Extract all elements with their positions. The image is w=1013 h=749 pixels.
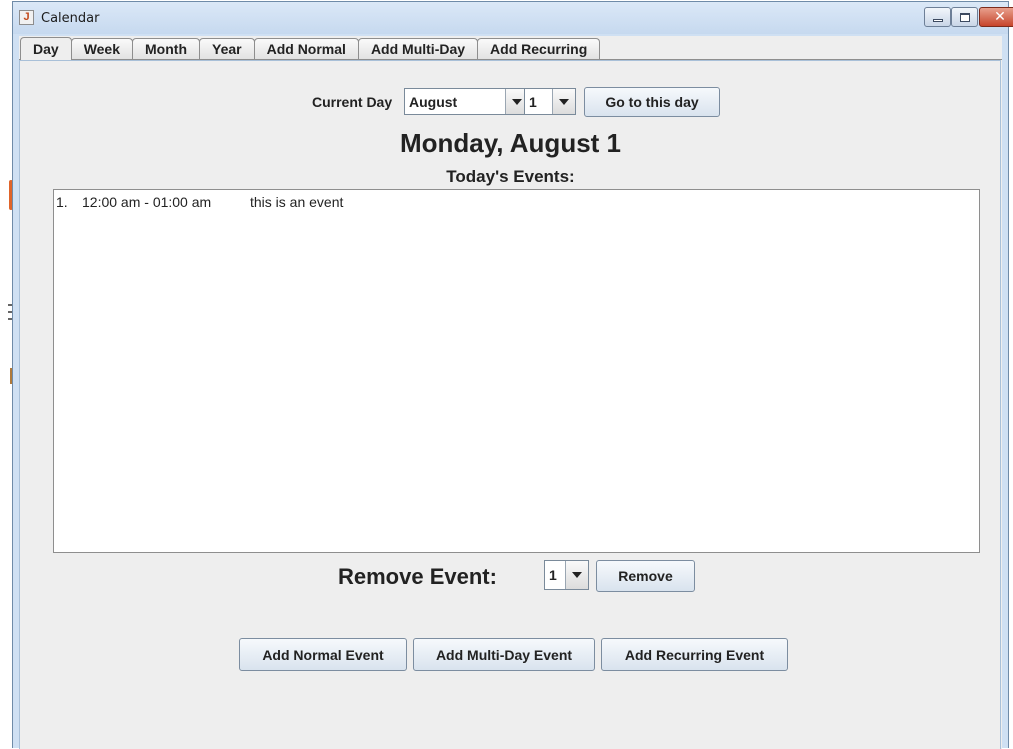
day-select[interactable]: 1 [524, 88, 576, 115]
close-button[interactable]: ✕ [979, 7, 1013, 27]
remove-select-value: 1 [549, 567, 557, 583]
close-icon: ✕ [994, 9, 1006, 25]
maximize-button[interactable] [951, 7, 978, 27]
day-select-value: 1 [529, 93, 537, 110]
title-bar[interactable]: J Calendar ✕ [13, 2, 1013, 34]
tab-add-recurring[interactable]: Add Recurring [477, 38, 601, 59]
remove-button[interactable]: Remove [596, 560, 695, 592]
tab-add-multi-day[interactable]: Add Multi-Day [357, 38, 479, 59]
go-to-day-button[interactable]: Go to this day [584, 87, 720, 117]
tab-year[interactable]: Year [199, 38, 255, 59]
client-area: Day Week Month Year Add Normal Add Multi… [19, 36, 1002, 749]
calendar-window: J Calendar ✕ Day Week Month Year Add Nor… [12, 1, 1013, 749]
current-day-label: Current Day [312, 94, 393, 110]
add-recurring-event-button[interactable]: Add Recurring Event [601, 638, 788, 671]
date-heading: Monday, August 1 [400, 128, 621, 158]
event-time: 12:00 am - 01:00 am [82, 194, 212, 210]
events-heading: Today's Events: [446, 167, 575, 186]
event-title: this is an event [250, 194, 344, 210]
list-item[interactable]: 1. 12:00 am - 01:00 am this is an event [56, 194, 343, 210]
dropdown-arrow-icon[interactable] [565, 561, 588, 589]
maximize-icon [959, 12, 970, 22]
dropdown-arrow-icon[interactable] [552, 89, 575, 114]
java-app-icon: J [19, 10, 34, 25]
add-multi-day-event-button[interactable]: Add Multi-Day Event [413, 638, 595, 671]
tab-add-normal[interactable]: Add Normal [253, 38, 359, 59]
add-normal-event-button[interactable]: Add Normal Event [239, 638, 407, 671]
minimize-icon [932, 18, 943, 22]
tab-day[interactable]: Day [20, 37, 72, 60]
remove-event-select[interactable]: 1 [544, 560, 589, 590]
event-number: 1. [56, 194, 68, 210]
month-select-value: August [409, 93, 458, 110]
minimize-button[interactable] [924, 7, 951, 27]
tab-month[interactable]: Month [132, 38, 200, 59]
tab-week[interactable]: Week [70, 38, 134, 59]
window-title: Calendar [41, 11, 100, 26]
tab-bar: Day Week Month Year Add Normal Add Multi… [20, 37, 601, 60]
remove-event-label: Remove Event: [338, 564, 497, 589]
events-list[interactable]: 1. 12:00 am - 01:00 am this is an event [53, 189, 980, 553]
month-select[interactable]: August [404, 88, 529, 115]
